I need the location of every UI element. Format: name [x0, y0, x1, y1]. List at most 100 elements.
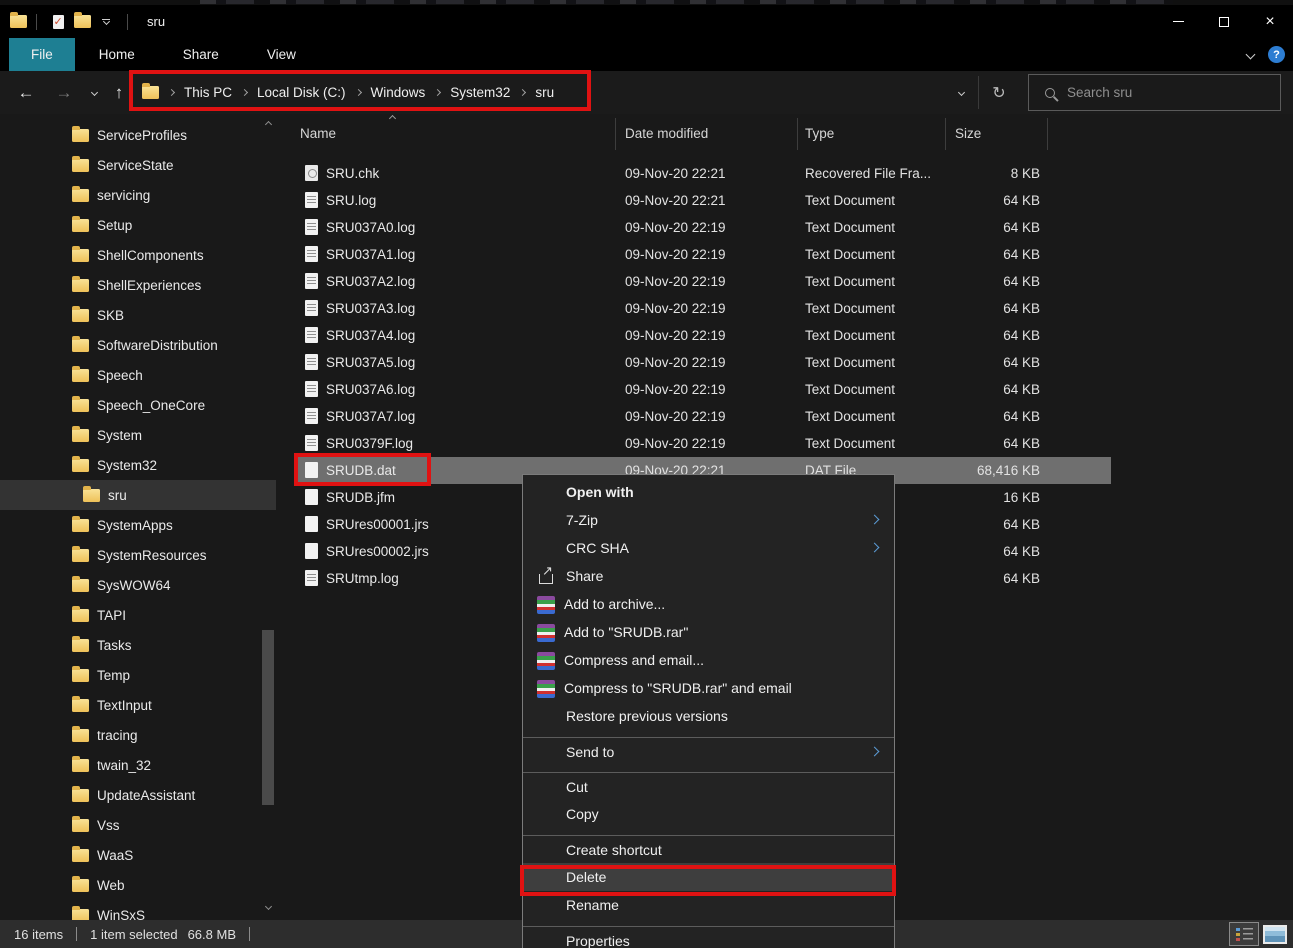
file-row[interactable]: SRU037A1.log 09-Nov-20 22:19 Text Docume…	[276, 241, 1293, 268]
sidebar-folder-item[interactable]: Temp	[0, 660, 276, 690]
titlebar-divider	[36, 14, 37, 30]
file-date-modified: 09-Nov-20 22:19	[625, 241, 726, 268]
minimize-button[interactable]	[1155, 5, 1201, 38]
sidebar-folder-item[interactable]: Vss	[0, 810, 276, 840]
column-divider[interactable]	[1047, 118, 1048, 150]
title-bar: sru ×	[0, 5, 1293, 38]
sidebar-folder-item[interactable]: SystemResources	[0, 540, 276, 570]
menu-item-icon	[537, 706, 557, 726]
file-name: SRU037A5.log	[326, 349, 415, 376]
ribbon-collapse-button[interactable]	[1246, 50, 1256, 60]
sidebar-folder-item[interactable]: System32	[0, 450, 276, 480]
sidebar-folder-item[interactable]: ShellComponents	[0, 240, 276, 270]
file-row[interactable]: SRU.log 09-Nov-20 22:21 Text Document 64…	[276, 187, 1293, 214]
column-header-name[interactable]: Name	[300, 126, 336, 141]
sidebar-folder-item[interactable]: ServiceState	[0, 150, 276, 180]
close-button[interactable]: ×	[1247, 5, 1293, 38]
sidebar-folder-item[interactable]: ShellExperiences	[0, 270, 276, 300]
file-name: SRUres00002.jrs	[326, 538, 429, 565]
sidebar-folder-item[interactable]: TAPI	[0, 600, 276, 630]
file-size: 64 KB	[896, 322, 1040, 349]
file-size: 64 KB	[896, 430, 1040, 457]
file-size: 64 KB	[896, 214, 1040, 241]
question-mark-icon: ?	[1273, 49, 1280, 61]
file-row[interactable]: SRU037A4.log 09-Nov-20 22:19 Text Docume…	[276, 322, 1293, 349]
tab-view[interactable]: View	[243, 38, 320, 71]
tab-share[interactable]: Share	[159, 38, 243, 71]
sidebar-folder-item[interactable]: SystemApps	[0, 510, 276, 540]
sidebar-folder-item[interactable]: SoftwareDistribution	[0, 330, 276, 360]
context-menu-item[interactable]: Create shortcut	[523, 835, 894, 863]
sidebar-folder-item[interactable]: servicing	[0, 180, 276, 210]
context-menu-item[interactable]: Add to "SRUDB.rar"	[523, 618, 894, 646]
tab-home[interactable]: Home	[75, 38, 159, 71]
sidebar-folder-item[interactable]: WinSxS	[0, 900, 276, 920]
sidebar-folder-item[interactable]: SKB	[0, 300, 276, 330]
context-menu-item[interactable]: CRC SHA	[523, 534, 894, 562]
file-date-modified: 09-Nov-20 22:19	[625, 214, 726, 241]
file-row[interactable]: SRU037A5.log 09-Nov-20 22:19 Text Docume…	[276, 349, 1293, 376]
qat-customize-button[interactable]	[94, 9, 118, 35]
column-divider[interactable]	[615, 118, 616, 150]
folder-icon	[72, 729, 89, 742]
column-divider[interactable]	[797, 118, 798, 150]
annotation-box-breadcrumb	[129, 70, 591, 111]
sidebar-folder-item[interactable]: Tasks	[0, 630, 276, 660]
file-type: Text Document	[805, 241, 895, 268]
sidebar-folder-item[interactable]: TextInput	[0, 690, 276, 720]
help-button[interactable]: ?	[1268, 46, 1285, 63]
file-row[interactable]: SRU037A2.log 09-Nov-20 22:19 Text Docume…	[276, 268, 1293, 295]
context-menu-item[interactable]: Add to archive...	[523, 590, 894, 618]
recent-locations-button[interactable]	[84, 71, 104, 114]
column-header-type[interactable]: Type	[805, 126, 834, 141]
back-button[interactable]: ←	[12, 71, 40, 114]
folder-icon	[72, 519, 89, 532]
forward-button[interactable]: →	[50, 71, 78, 114]
address-dropdown-button[interactable]	[946, 71, 976, 114]
context-menu-item[interactable]: Compress to "SRUDB.rar" and email	[523, 674, 894, 702]
folder-icon	[72, 219, 89, 232]
scrollbar-thumb[interactable]	[262, 630, 274, 805]
column-header-size[interactable]: Size	[955, 126, 981, 141]
context-menu-item[interactable]: Compress and email...	[523, 646, 894, 674]
sidebar-folder-item[interactable]: WaaS	[0, 840, 276, 870]
column-header-date[interactable]: Date modified	[625, 126, 708, 141]
sidebar-folder-item[interactable]: SysWOW64	[0, 570, 276, 600]
file-size: 64 KB	[896, 538, 1040, 565]
sidebar-folder-item[interactable]: UpdateAssistant	[0, 780, 276, 810]
sidebar-folder-item[interactable]: sru	[0, 480, 276, 510]
file-row[interactable]: SRU037A7.log 09-Nov-20 22:19 Text Docume…	[276, 403, 1293, 430]
large-icons-view-button[interactable]	[1263, 925, 1287, 944]
folder-icon	[72, 759, 89, 772]
context-menu-item[interactable]: Cut	[523, 772, 894, 800]
file-row[interactable]: SRU.chk 09-Nov-20 22:21 Recovered File F…	[276, 160, 1293, 187]
maximize-button[interactable]	[1201, 5, 1247, 38]
sidebar-folder-item[interactable]: Web	[0, 870, 276, 900]
search-input[interactable]	[1067, 85, 1247, 100]
qat-properties-button[interactable]	[46, 9, 70, 35]
sidebar-folder-item[interactable]: Speech	[0, 360, 276, 390]
tab-file[interactable]: File	[9, 38, 75, 71]
context-menu-item[interactable]: Properties	[523, 926, 894, 948]
context-menu-item[interactable]: Share	[523, 562, 894, 590]
file-type: Text Document	[805, 214, 895, 241]
context-menu-item[interactable]: 7-Zip	[523, 506, 894, 534]
sidebar-folder-item[interactable]: Setup	[0, 210, 276, 240]
ribbon-tab-bar: File Home Share View ?	[0, 38, 1293, 71]
file-row[interactable]: SRU037A3.log 09-Nov-20 22:19 Text Docume…	[276, 295, 1293, 322]
context-menu-item[interactable]: Open with	[523, 478, 894, 506]
sidebar-folder-item[interactable]: System	[0, 420, 276, 450]
sidebar-folder-item[interactable]: tracing	[0, 720, 276, 750]
refresh-button[interactable]: ↻	[982, 71, 1016, 114]
sidebar-folder-item[interactable]: ServiceProfiles	[0, 120, 276, 150]
column-divider[interactable]	[945, 118, 946, 150]
sidebar-folder-item[interactable]: Speech_OneCore	[0, 390, 276, 420]
file-row[interactable]: SRU037A0.log 09-Nov-20 22:19 Text Docume…	[276, 214, 1293, 241]
details-view-button[interactable]	[1229, 922, 1259, 946]
qat-new-folder-button[interactable]	[70, 9, 94, 35]
sidebar-folder-item[interactable]: twain_32	[0, 750, 276, 780]
context-menu-item[interactable]: Copy	[523, 800, 894, 828]
context-menu-item[interactable]: Send to	[523, 737, 894, 765]
context-menu-item[interactable]: Restore previous versions	[523, 702, 894, 730]
file-row[interactable]: SRU037A6.log 09-Nov-20 22:19 Text Docume…	[276, 376, 1293, 403]
